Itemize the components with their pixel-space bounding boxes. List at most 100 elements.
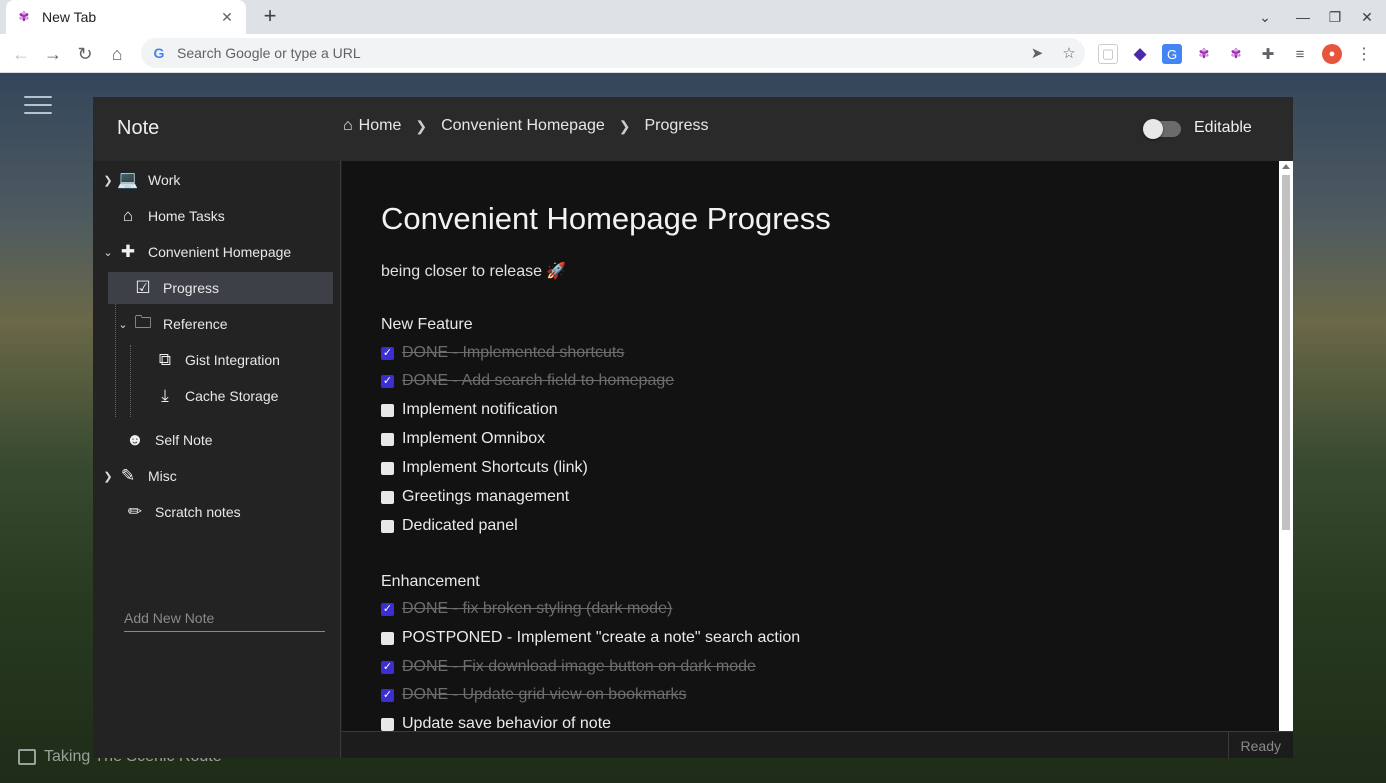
checkbox[interactable] <box>381 403 394 417</box>
section-heading: New Feature <box>381 316 473 333</box>
pencil-icon: ✏ <box>127 502 143 521</box>
checkbox[interactable] <box>381 461 394 475</box>
address-input[interactable]: Search Google or type a URL <box>177 45 1021 61</box>
sidebar-item-progress[interactable]: ☑ Progress <box>108 272 333 304</box>
extension-cube-icon[interactable]: ◆ <box>1130 44 1150 64</box>
send-icon[interactable]: ➤ <box>1021 44 1053 62</box>
checkbox[interactable] <box>381 717 394 731</box>
chevron-right-icon[interactable]: ❯ <box>100 470 116 483</box>
toggle-knob <box>1143 119 1163 139</box>
back-icon[interactable]: ← <box>7 40 35 68</box>
extension-note-alt-icon[interactable]: ✾ <box>1226 44 1246 64</box>
code-icon: ⧉ <box>158 350 172 369</box>
checkbox[interactable] <box>381 432 394 446</box>
extension-note-icon[interactable]: ✾ <box>1194 44 1214 64</box>
forward-icon[interactable]: → <box>39 40 67 68</box>
minimize-button[interactable]: — <box>1287 0 1319 34</box>
task-item[interactable]: ✓ DONE - Implemented shortcuts <box>381 343 624 363</box>
home-icon: ⌂ <box>343 117 353 134</box>
breadcrumb-progress[interactable]: Progress <box>645 117 709 135</box>
sidebar-item-label: Work <box>148 172 181 188</box>
chevron-right-icon[interactable]: ❯ <box>100 174 116 187</box>
avatar[interactable]: ● <box>1322 44 1342 64</box>
chevron-down-icon[interactable]: ⌄ <box>115 318 131 331</box>
sidebar-item-label: Convenient Homepage <box>148 244 292 260</box>
chevron-right-icon: ❯ <box>618 117 631 134</box>
extensions-puzzle-icon[interactable]: ✚ <box>1258 44 1278 64</box>
editable-toggle[interactable] <box>1143 119 1181 139</box>
browser-toolbar: ← → ↻ ⌂ G Search Google or type a URL ➤ … <box>0 34 1386 73</box>
sidebar-item-work[interactable]: ❯ 💻 Work <box>100 164 333 196</box>
task-item[interactable]: Implement notification <box>381 400 558 420</box>
extension-blank-icon[interactable]: ▢ <box>1098 44 1118 64</box>
tab-search-icon[interactable]: ⌄ <box>1249 0 1281 34</box>
sidebar-item-label: Cache Storage <box>185 388 279 404</box>
tab-strip: ✾ New Tab ✕ + ⌄ — ❐ ✕ <box>0 0 1386 34</box>
bookmark-star-icon[interactable]: ☆ <box>1053 44 1085 62</box>
restore-button[interactable]: ❐ <box>1319 0 1351 34</box>
sidebar-item-scratch-notes[interactable]: ✏ Scratch notes <box>123 496 333 528</box>
task-item[interactable]: ✓ DONE - fix broken styling (dark mode) <box>381 599 672 619</box>
more-menu-icon[interactable]: ⋮ <box>1354 44 1374 64</box>
page-subtitle: being closer to release 🚀 <box>381 263 567 280</box>
sidebar-item-label: Misc <box>148 468 177 484</box>
tab-new-tab[interactable]: ✾ New Tab ✕ <box>6 0 246 34</box>
note-panel: Note ⌂ Home ❯ Convenient Homepage ❯ Prog… <box>93 97 1293 759</box>
task-item[interactable]: ✓ DONE - Update grid view on bookmarks <box>381 685 687 705</box>
task-item[interactable]: ✓ DONE - Add search field to homepage <box>381 371 674 391</box>
sidebar-item-label: Gist Integration <box>185 352 280 368</box>
task-item[interactable]: Implement Shortcuts (link) <box>381 458 588 478</box>
scrollbar-thumb[interactable] <box>1282 175 1290 530</box>
home-icon[interactable]: ⌂ <box>103 40 131 68</box>
address-bar[interactable]: G Search Google or type a URL ➤ ☆ <box>141 38 1085 68</box>
breadcrumb-convenient-homepage[interactable]: Convenient Homepage <box>441 117 605 135</box>
task-item[interactable]: ✓ DONE - Fix download image button on dar… <box>381 657 756 677</box>
panel-header: Note ⌂ Home ❯ Convenient Homepage ❯ Prog… <box>93 97 1293 161</box>
page-title: Convenient Homepage Progress <box>381 201 831 236</box>
breadcrumb-home[interactable]: Home <box>359 117 402 135</box>
sidebar-item-gist-integration[interactable]: ⧉ Gist Integration <box>153 344 333 376</box>
reload-icon[interactable]: ↻ <box>71 40 99 68</box>
status-text: Ready <box>1240 738 1281 754</box>
task-item[interactable]: Greetings management <box>381 487 569 507</box>
chevron-down-icon[interactable]: ⌄ <box>100 246 116 259</box>
task-item[interactable]: Implement Omnibox <box>381 429 545 449</box>
section-heading: Enhancement <box>381 573 480 590</box>
note-edit-icon: ✎ <box>120 466 136 485</box>
tab-close-icon[interactable]: ✕ <box>218 9 236 26</box>
sidebar-item-self-note[interactable]: ☻ Self Note <box>123 424 333 456</box>
scroll-up-icon[interactable] <box>1282 164 1290 169</box>
checkbox[interactable] <box>381 490 394 504</box>
extension-favicon-icon: ✾ <box>18 9 30 24</box>
close-window-button[interactable]: ✕ <box>1351 0 1383 34</box>
hamburger-menu-icon[interactable] <box>24 94 52 116</box>
breadcrumb: ⌂ Home ❯ Convenient Homepage ❯ Progress <box>343 117 709 135</box>
task-item[interactable]: Dedicated panel <box>381 516 518 536</box>
sidebar-item-misc[interactable]: ❯ ✎ Misc <box>100 460 333 492</box>
checkbox[interactable] <box>381 519 394 533</box>
checkbox[interactable]: ✓ <box>381 346 394 360</box>
google-icon: G <box>153 45 165 61</box>
checkbox[interactable]: ✓ <box>381 660 394 674</box>
task-item[interactable]: Update save behavior of note <box>381 714 611 731</box>
checkbox[interactable] <box>381 631 394 645</box>
add-new-note-input[interactable]: Add New Note <box>124 606 325 632</box>
sidebar-item-convenient-homepage[interactable]: ⌄ ✚ Convenient Homepage <box>100 236 333 268</box>
translate-icon[interactable]: G <box>1162 44 1182 64</box>
puzzle-icon: ✚ <box>120 242 136 261</box>
new-tab-button[interactable]: + <box>258 5 282 29</box>
content-scrollbar[interactable] <box>1279 161 1293 731</box>
home-icon: ⌂ <box>122 206 134 225</box>
task-item[interactable]: POSTPONED - Implement "create a note" se… <box>381 628 800 648</box>
tree-guide <box>130 345 131 417</box>
checkbox[interactable]: ✓ <box>381 602 394 616</box>
sidebar-item-label: Progress <box>163 280 220 296</box>
sidebar-item-cache-storage[interactable]: ⤓ Cache Storage <box>153 380 333 412</box>
checkbox[interactable]: ✓ <box>381 688 394 702</box>
laptop-icon: 💻 <box>117 170 139 189</box>
status-divider <box>1228 732 1229 759</box>
sidebar-item-home-tasks[interactable]: ⌂ Home Tasks <box>116 200 333 232</box>
sidebar-item-reference[interactable]: ⌄ 🗀 Reference <box>115 308 333 340</box>
media-queue-icon[interactable]: ≡ <box>1290 44 1310 64</box>
checkbox[interactable]: ✓ <box>381 374 394 388</box>
